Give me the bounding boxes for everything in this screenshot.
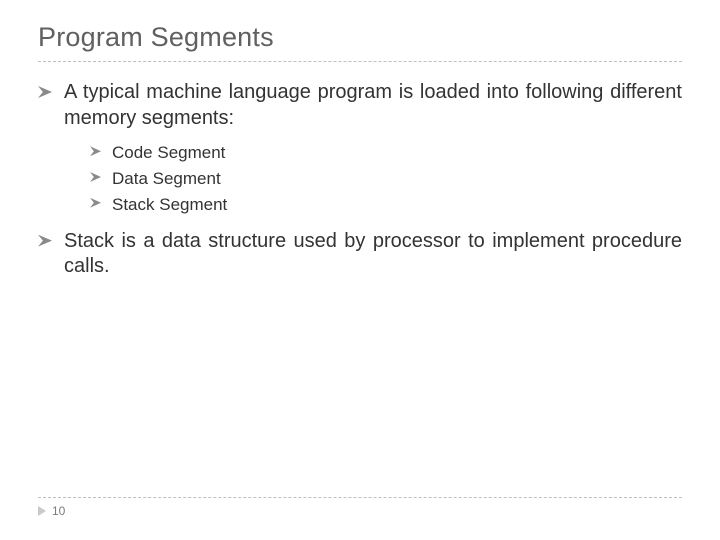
slide-footer: 10 [38,497,682,518]
sub-bullet-item: Code Segment [90,141,682,165]
bullet-list: A typical machine language program is lo… [38,80,682,280]
slide-title: Program Segments [38,22,682,53]
bullet-text: Stack is a data structure used by proces… [64,230,682,278]
sub-bullet-item: Data Segment [90,167,682,191]
bullet-text: A typical machine language program is lo… [64,81,682,129]
footer-divider [38,497,682,498]
page-number-marker-icon [38,506,46,516]
slide: Program Segments A typical machine langu… [0,0,720,540]
slide-content: A typical machine language program is lo… [38,80,682,280]
bullet-item: A typical machine language program is lo… [38,80,682,217]
bullet-item: Stack is a data structure used by proces… [38,229,682,280]
sub-bullet-list: Code Segment Data Segment Stack Segment [64,141,682,216]
page-number-value: 10 [52,504,65,518]
title-divider [38,61,682,62]
sub-bullet-item: Stack Segment [90,193,682,217]
page-number: 10 [38,504,682,518]
